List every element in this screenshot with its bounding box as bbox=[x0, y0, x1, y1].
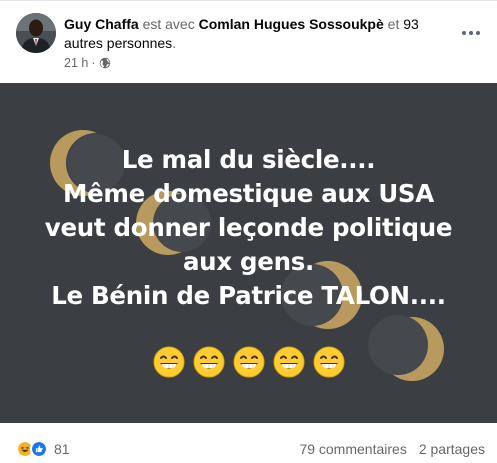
post-meta: 21 h · bbox=[64, 56, 111, 70]
reaction-count: 81 bbox=[54, 441, 70, 457]
more-dot bbox=[476, 31, 480, 35]
tagged-person-link[interactable]: Comlan Hugues Sossoukpè bbox=[199, 16, 384, 32]
emoji-row bbox=[0, 346, 497, 378]
caption-line: aux gens. bbox=[182, 247, 315, 276]
globe-icon[interactable] bbox=[99, 57, 111, 69]
post-stats: 79 commentaires 2 partages bbox=[299, 441, 485, 457]
caption-line: Le Bénin de Patrice TALON.... bbox=[51, 281, 446, 310]
author-avatar[interactable] bbox=[16, 13, 56, 53]
grinning-face-with-smiling-eyes-emoji bbox=[313, 346, 344, 378]
post-card: Guy Chaffa est avec Comlan Hugues Sossou… bbox=[0, 0, 497, 463]
shares-count-link[interactable]: 2 partages bbox=[419, 441, 485, 457]
period-text: . bbox=[172, 35, 177, 51]
caption-line: Le mal du siècle.... bbox=[121, 145, 376, 174]
author-name-link[interactable]: Guy Chaffa bbox=[64, 16, 139, 32]
grinning-face-with-smiling-eyes-emoji bbox=[193, 346, 224, 378]
image-caption-text: Le mal du siècle.... Même domestique aux… bbox=[0, 143, 497, 313]
comments-count-link[interactable]: 79 commentaires bbox=[299, 441, 406, 457]
post-author-line: Guy Chaffa est avec Comlan Hugues Sossou… bbox=[64, 15, 444, 53]
grinning-face-with-smiling-eyes-emoji bbox=[153, 346, 184, 378]
timestamp-link[interactable]: 21 h bbox=[64, 56, 88, 70]
more-options-button[interactable] bbox=[457, 19, 485, 47]
grinning-face-with-smiling-eyes-emoji bbox=[233, 346, 264, 378]
grinning-face-with-smiling-eyes-emoji bbox=[273, 346, 304, 378]
post-header: Guy Chaffa est avec Comlan Hugues Sossou… bbox=[0, 1, 497, 83]
and-text: et bbox=[387, 16, 400, 32]
reactions-summary[interactable]: 81 bbox=[16, 440, 70, 458]
more-dot bbox=[469, 31, 473, 35]
like-icon bbox=[30, 440, 48, 458]
post-footer: 81 79 commentaires 2 partages bbox=[0, 423, 497, 463]
meta-separator: · bbox=[91, 56, 96, 70]
caption-line: Même domestique aux USA bbox=[63, 179, 434, 208]
with-text: est avec bbox=[142, 16, 195, 32]
more-dot bbox=[462, 31, 466, 35]
caption-line: veut donner leçonde politique bbox=[44, 213, 453, 242]
post-image[interactable]: Le mal du siècle.... Même domestique aux… bbox=[0, 83, 497, 423]
